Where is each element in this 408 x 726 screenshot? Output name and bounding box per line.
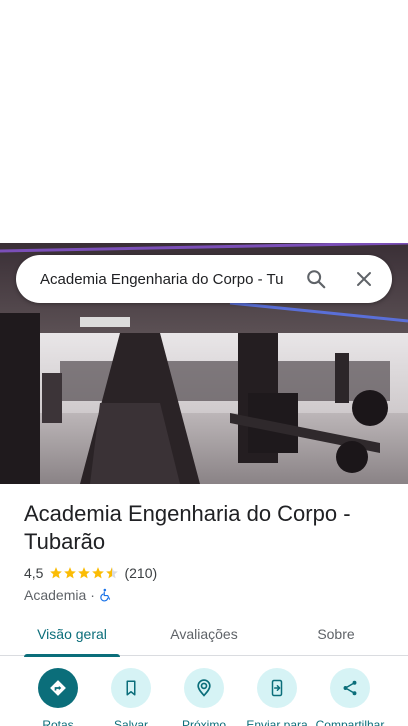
search-button[interactable] <box>292 255 340 303</box>
tab-overview[interactable]: Visão geral <box>24 612 120 657</box>
action-buttons: Rotas Salvar Próximo Enviar para Compart… <box>0 668 408 726</box>
star-icon <box>64 567 77 579</box>
star-icon <box>50 567 63 579</box>
tab-about[interactable]: Sobre <box>296 612 376 656</box>
map-blank-area <box>0 0 408 243</box>
directions-button[interactable]: Rotas <box>18 668 98 726</box>
directions-icon <box>50 680 66 696</box>
send-to-phone-button[interactable]: Enviar para <box>237 668 317 726</box>
save-label: Salvar <box>113 718 148 726</box>
directions-label: Rotas <box>42 718 74 726</box>
directions-circle <box>38 668 78 708</box>
review-count[interactable]: (210) <box>124 565 157 581</box>
nearby-button[interactable]: Próximo <box>164 668 244 726</box>
send-to-phone-circle <box>257 668 297 708</box>
search-bar[interactable]: Academia Engenharia do Corpo - Tu <box>16 255 392 303</box>
place-tabs: Visão geral Avaliações Sobre <box>0 612 408 657</box>
place-title: Academia Engenharia do Corpo - Tubarão <box>24 501 351 554</box>
half-star-icon <box>106 567 119 579</box>
share-button[interactable]: Compartilhar <box>310 668 390 726</box>
tab-reviews[interactable]: Avaliações <box>156 612 252 656</box>
close-icon <box>357 272 371 286</box>
nearby-circle <box>184 668 224 708</box>
rating-value: 4,5 <box>24 565 44 581</box>
nearby-label: Próximo <box>181 718 226 726</box>
star-icon <box>78 567 91 579</box>
send-to-phone-icon <box>271 679 283 697</box>
share-circle <box>330 668 370 708</box>
star-icon <box>92 567 105 579</box>
share-icon <box>343 680 357 696</box>
separator-dot: · <box>90 587 95 603</box>
rating-row[interactable]: 4,5 (210) <box>24 564 394 582</box>
bookmark-icon <box>126 680 136 696</box>
place-category: Academia <box>24 587 87 603</box>
wheelchair-accessible-icon <box>100 588 111 602</box>
save-circle <box>111 668 151 708</box>
search-icon <box>307 270 326 289</box>
clear-search-button[interactable] <box>340 255 388 303</box>
share-label: Compartilhar <box>315 718 385 726</box>
search-query-text[interactable]: Academia Engenharia do Corpo - Tu <box>16 271 292 288</box>
save-button[interactable]: Salvar <box>91 668 171 726</box>
place-info: Academia Engenharia do Corpo - Tubarão 4… <box>24 500 394 604</box>
nearby-icon <box>197 679 211 697</box>
rating-stars <box>49 566 119 580</box>
category-row: Academia · <box>24 586 394 604</box>
send-to-phone-label: Enviar para <box>246 718 308 726</box>
